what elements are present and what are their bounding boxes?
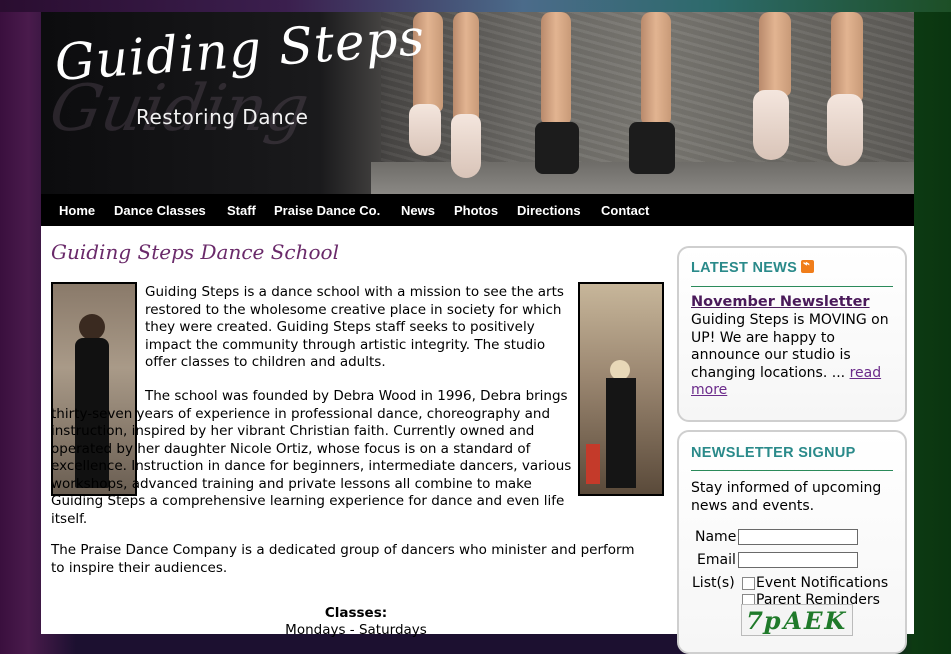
pointe-shoe <box>409 104 441 156</box>
lists-label: List(s) <box>692 575 735 591</box>
captcha-image: 7pAEK <box>741 604 853 636</box>
pointe-shoe <box>827 94 863 166</box>
dancer-photo-right[interactable] <box>578 282 664 496</box>
pointe-shoe <box>753 90 789 160</box>
name-label: Name <box>695 529 737 545</box>
intro-paragraph: Guiding Steps is a dance school with a m… <box>145 284 564 370</box>
newsletter-signup-box: NEWSLETTER SIGNUP Stay informed of upcom… <box>677 430 907 654</box>
newsletter-heading: NEWSLETTER SIGNUP <box>691 445 856 461</box>
heel-shoe <box>535 122 579 174</box>
dancer-leg <box>453 12 479 122</box>
nav-staff[interactable]: Staff <box>227 203 256 218</box>
news-item-title[interactable]: November Newsletter <box>691 294 870 310</box>
event-notifications-checkbox[interactable] <box>742 577 755 590</box>
nav-dance-classes[interactable]: Dance Classes <box>114 203 206 218</box>
name-input[interactable] <box>738 529 858 545</box>
dancer-leg <box>759 12 791 96</box>
newsletter-divider <box>691 470 893 471</box>
history-paragraph: The school was founded by Debra Wood in … <box>51 388 572 527</box>
heel-shoe <box>629 122 675 174</box>
latest-news-title: LATEST NEWS <box>691 260 798 276</box>
nav-home[interactable]: Home <box>59 203 95 218</box>
latest-news-box: LATEST NEWS November Newsletter Guiding … <box>677 246 907 422</box>
rss-icon[interactable] <box>801 257 815 273</box>
email-input[interactable] <box>738 552 858 568</box>
email-label: Email <box>697 552 736 568</box>
nav-praise-dance[interactable]: Praise Dance Co. <box>274 203 380 218</box>
event-notifications-label: Event Notifications <box>756 575 889 591</box>
nav-photos[interactable]: Photos <box>454 203 498 218</box>
news-divider <box>691 286 893 287</box>
dancer-leg <box>541 12 571 124</box>
nav-directions[interactable]: Directions <box>517 203 581 218</box>
classes-days: Mondays - Saturdays <box>285 622 427 638</box>
captcha-text: 7pAEK <box>742 606 851 635</box>
pointe-shoe <box>451 114 481 178</box>
top-gradient-strip <box>0 0 951 12</box>
page-container: Guiding Guiding Steps Restoring Dance Ho… <box>41 12 914 654</box>
site-logo-subtitle: Restoring Dance <box>136 105 309 129</box>
history-paragraph-top: The school was founded by Debra Wood in … <box>51 388 571 528</box>
main-content: Guiding Steps Dance School Guiding Steps… <box>51 240 665 638</box>
newsletter-intro: Stay informed of upcoming news and event… <box>691 480 882 514</box>
news-item-text: Guiding Steps is MOVING on UP! We are ha… <box>691 312 891 400</box>
header-banner: Guiding Guiding Steps Restoring Dance <box>41 12 914 194</box>
latest-news-heading: LATEST NEWS <box>691 257 815 276</box>
dancer-leg <box>641 12 671 124</box>
nav-news[interactable]: News <box>401 203 435 218</box>
main-nav: Home Dance Classes Staff Praise Dance Co… <box>41 194 914 226</box>
page-title: Guiding Steps Dance School <box>51 240 339 264</box>
dancer-leg <box>831 12 863 102</box>
classes-heading: Classes: <box>324 605 388 621</box>
nav-contact[interactable]: Contact <box>601 203 649 218</box>
praise-paragraph: The Praise Dance Company is a dedicated … <box>51 542 635 576</box>
